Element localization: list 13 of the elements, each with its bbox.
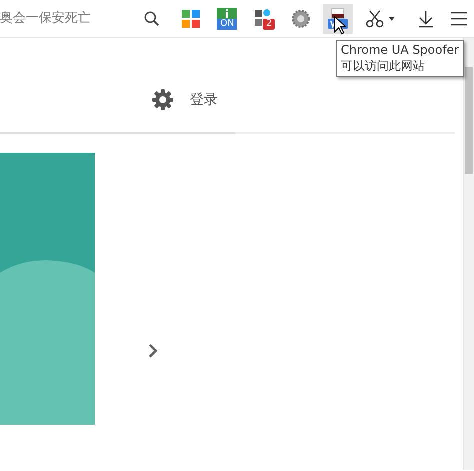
address-text[interactable]: 奥会一保安死亡	[0, 8, 137, 28]
scrollbar[interactable]	[463, 38, 474, 470]
tooltip-text: 可以访问此网站	[341, 58, 426, 74]
cursor-icon	[334, 16, 346, 35]
info-icon	[217, 8, 238, 18]
login-link[interactable]: 登录	[190, 90, 218, 111]
info-extension-button[interactable]: ON	[212, 4, 242, 34]
notification-badge: 2	[263, 18, 276, 30]
status-label: ON	[217, 18, 238, 30]
caret-icon[interactable]	[389, 16, 396, 20]
scrollbar-thumb[interactable]	[465, 67, 473, 174]
tooltip-title: Chrome UA Spoofer	[341, 42, 460, 58]
badge-extension-button[interactable]: 2	[249, 4, 280, 34]
